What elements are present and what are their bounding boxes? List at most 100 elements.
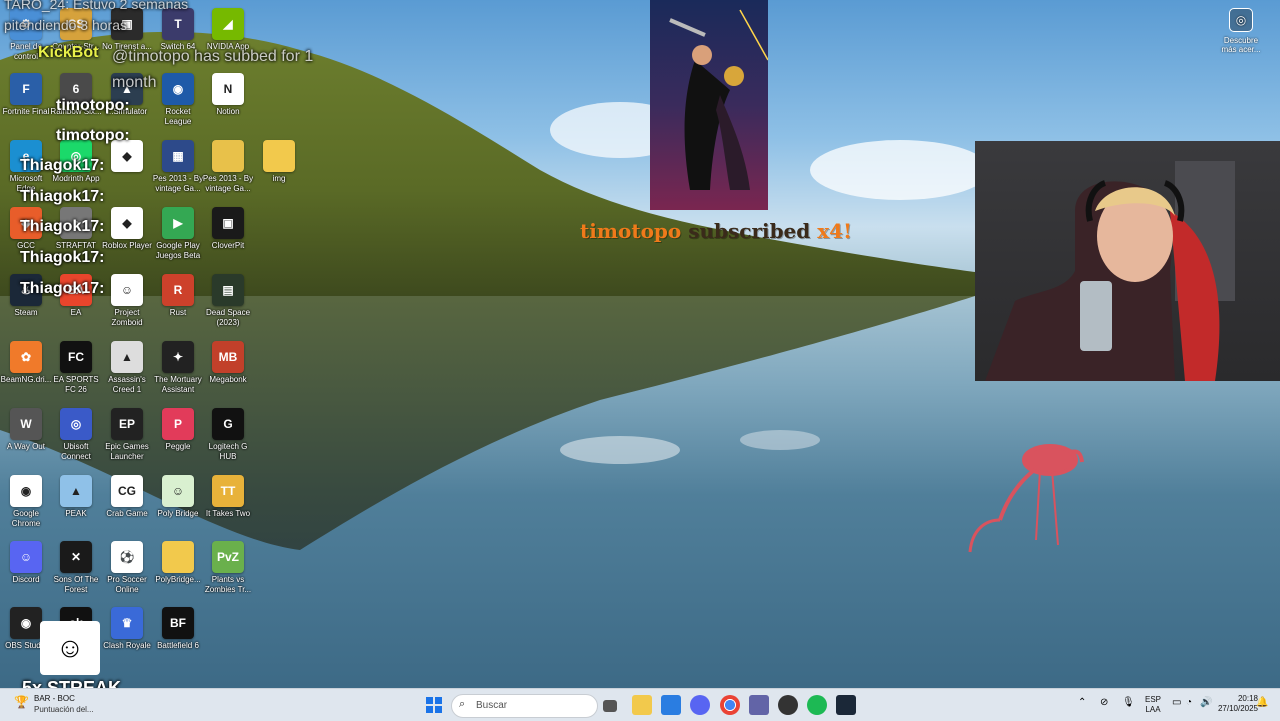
app-icon: ✕: [60, 541, 92, 573]
desktop-icon[interactable]: ▲ PEAK: [50, 475, 102, 519]
kickbot-brand: KickBot: [38, 44, 99, 61]
wifi-icon[interactable]: ◔: [1186, 697, 1192, 708]
store-icon[interactable]: [661, 695, 681, 715]
desktop-icon-label: Fortnite Final: [2, 107, 50, 116]
weather-icon: 🏆: [14, 695, 29, 709]
spotify-icon[interactable]: [807, 695, 827, 715]
desktop-icons: ⚙ Panel de control CS Counter-Str... ▣ No Tir…: [0, 0, 295, 688]
desktop-icon[interactable]: ▶ Google Play Juegos Beta: [152, 207, 204, 261]
desktop-icon-label: Rocket League: [164, 107, 192, 126]
desktop-icon[interactable]: ◎ Ubisoft Connect: [50, 408, 102, 462]
desktop-icon[interactable]: P Peggle: [152, 408, 204, 452]
discover-widget[interactable]: ◎ Descubre más acer...: [1218, 8, 1264, 54]
desktop-icon[interactable]: ☺ Poly Bridge: [152, 475, 204, 519]
desktop-icon-label: EA: [70, 308, 82, 317]
camera-icon: ◎: [1229, 8, 1253, 32]
file-explorer-icon[interactable]: [632, 695, 652, 715]
weather-title: BAR - BOC: [34, 694, 75, 703]
app-icon: FC: [60, 341, 92, 373]
desktop-icon[interactable]: FC EA SPORTS FC 26: [50, 341, 102, 395]
desktop-icon[interactable]: R Rust: [152, 274, 204, 318]
task-view-icon[interactable]: [603, 700, 617, 712]
app-icon: CG: [111, 475, 143, 507]
desktop-icon[interactable]: ✦ The Mortuary Assistant: [152, 341, 204, 395]
app-icon: [212, 140, 244, 172]
desktop-icon-label: Modrinth App: [52, 174, 100, 183]
app-icon: G: [212, 408, 244, 440]
desktop-icon[interactable]: ◉ Google Chrome: [0, 475, 52, 529]
search-box[interactable]: ⌕ Buscar: [451, 694, 598, 718]
desktop-icon-label: PolyBridge...: [155, 575, 201, 584]
desktop-icon[interactable]: ▣ CloverPit: [202, 207, 254, 251]
desktop-icon-label: The Mortuary Assistant: [154, 375, 202, 394]
display-icon[interactable]: ▭: [1172, 697, 1181, 708]
network-icon[interactable]: ⊘: [1100, 697, 1108, 708]
chevron-up-icon[interactable]: ⌃: [1078, 697, 1086, 708]
desktop-icon[interactable]: Pes 2013 - By vintage Ga...: [202, 140, 254, 194]
desktop-icon-label: Clash Royale: [103, 641, 151, 650]
desktop-icon[interactable]: PvZ Plants vs Zombies Tr...: [202, 541, 254, 595]
clock[interactable]: 20:18 27/10/2025: [1206, 694, 1258, 714]
alert-count: x4!: [817, 219, 852, 243]
desktop-icon-label: Crab Game: [106, 509, 148, 518]
chat-name: Thiagok17:: [20, 249, 105, 266]
desktop-icon[interactable]: EP Epic Games Launcher: [101, 408, 153, 462]
teams-icon[interactable]: [749, 695, 769, 715]
chat-name: Thiagok17:: [20, 157, 105, 174]
notification-icon[interactable]: 🔔: [1256, 697, 1268, 708]
desktop-icon-label: Roblox Player: [102, 241, 152, 250]
desktop-icon[interactable]: img: [253, 140, 305, 184]
chat-line: TARO_24: Estuvo 2 semanas: [4, 0, 189, 12]
weather-sub: Puntuación del...: [34, 705, 94, 714]
desktop-icon[interactable]: TT It Takes Two: [202, 475, 254, 519]
language-indicator[interactable]: ESP LAA: [1142, 695, 1164, 715]
desktop-icon-label: Discord: [12, 575, 40, 584]
desktop-icon[interactable]: ✿ BeamNG.dri...: [0, 341, 52, 385]
desktop-icon[interactable]: ✕ Sons Of The Forest: [50, 541, 102, 595]
desktop-icon[interactable]: ☺ Project Zomboid: [101, 274, 153, 328]
desktop-icon-label: Logitech G HUB: [208, 442, 248, 461]
desktop-icon-label: Rust: [169, 308, 187, 317]
desktop-icon[interactable]: ◆ Roblox Player: [101, 207, 153, 251]
chrome-icon[interactable]: [720, 695, 740, 715]
weather-widget[interactable]: 🏆 BAR - BOC Puntuación del...: [14, 693, 104, 717]
app-icon: ▶: [162, 207, 194, 239]
discord-icon[interactable]: [690, 695, 710, 715]
app-icon: ♛: [111, 607, 143, 639]
subscription-alert-text: timotopo subscribed x4!: [580, 219, 852, 243]
desktop-icon-label: Google Chrome: [11, 509, 41, 528]
start-button[interactable]: [424, 695, 444, 715]
desktop-icon[interactable]: ▤ Dead Space (2023): [202, 274, 254, 328]
webcam-overlay: [975, 141, 1280, 381]
desktop-icon[interactable]: ⚽ Pro Soccer Online: [101, 541, 153, 595]
app-icon: T: [162, 8, 194, 40]
desktop-icon-label: Peggle: [165, 442, 191, 451]
desktop-icon[interactable]: ◆: [101, 140, 153, 174]
mic-icon[interactable]: 🎙: [1122, 697, 1135, 708]
desktop-icon[interactable]: BF Battlefield 6: [152, 607, 204, 651]
desktop-icon[interactable]: G Logitech G HUB: [202, 408, 254, 462]
desktop-icon[interactable]: W A Way Out: [0, 408, 52, 452]
app-icon: ▦: [162, 140, 194, 172]
desktop-icon[interactable]: ♛ Clash Royale: [101, 607, 153, 651]
desktop-icon[interactable]: MB Megabonk: [202, 341, 254, 385]
desktop-icon-label: PEAK: [65, 509, 87, 518]
desktop-icon[interactable]: ▲ Assassin's Creed 1: [101, 341, 153, 395]
clock-date: 27/10/2025: [1217, 704, 1258, 713]
clock-time: 20:18: [1237, 694, 1258, 703]
app-icon: ▣: [212, 207, 244, 239]
obs-icon[interactable]: [778, 695, 798, 715]
desktop-icon[interactable]: F Fortnite Final: [0, 73, 52, 117]
desktop-icon[interactable]: CG Crab Game: [101, 475, 153, 519]
lang-layout: LAA: [1145, 705, 1161, 714]
app-icon: P: [162, 408, 194, 440]
steam-icon[interactable]: [836, 695, 856, 715]
app-icon: ☺: [111, 274, 143, 306]
desktop-icon-label: It Takes Two: [205, 509, 251, 518]
desktop-icon-label: Pes 2013 - By vintage Ga...: [152, 174, 204, 193]
desktop-icon-label: Assassin's Creed 1: [108, 375, 146, 394]
desktop-icon[interactable]: ☺ Discord: [0, 541, 52, 585]
desktop-icon[interactable]: PolyBridge...: [152, 541, 204, 585]
desktop-icon[interactable]: ▦ Pes 2013 - By vintage Ga...: [152, 140, 204, 194]
app-icon: ▤: [212, 274, 244, 306]
